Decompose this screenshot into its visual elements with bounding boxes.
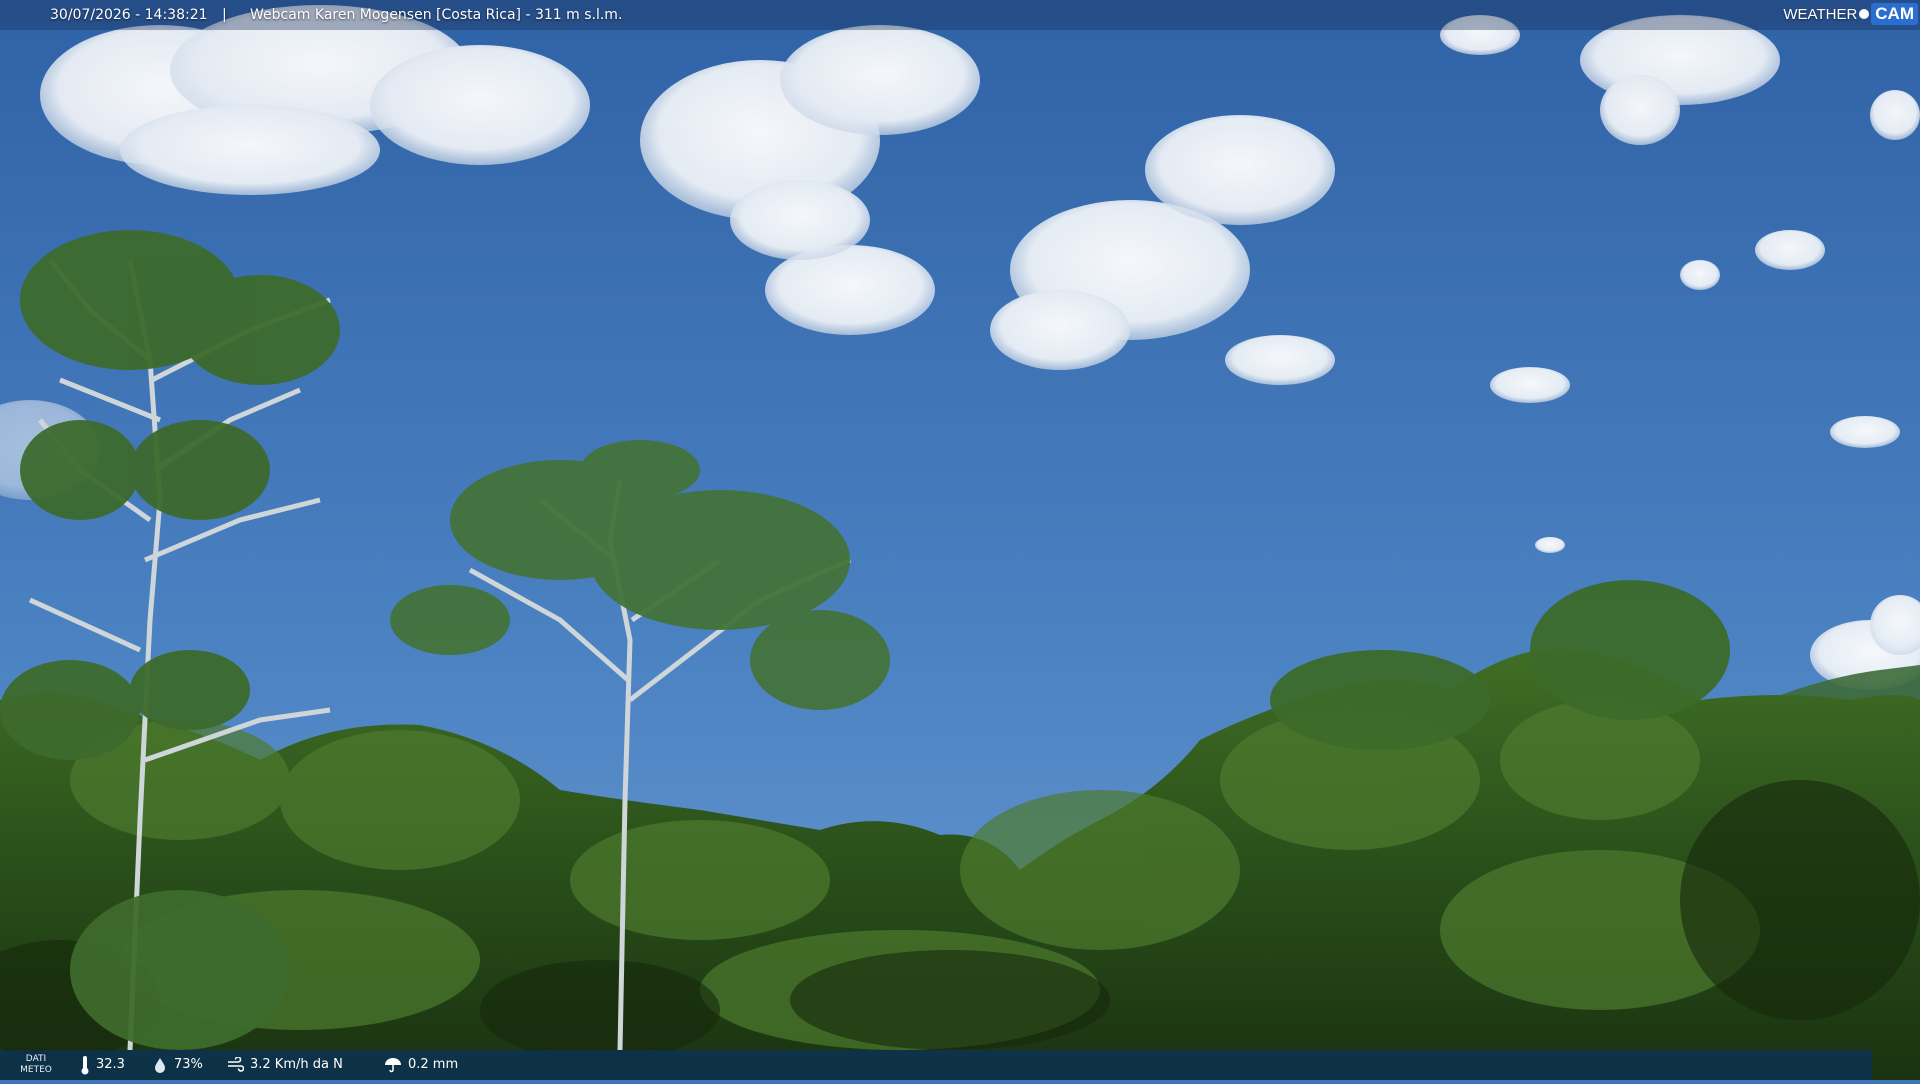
dati-label: DATI [25, 1054, 47, 1064]
header-separator: | [222, 7, 227, 23]
rain-value: 0.2 mm [408, 1057, 459, 1072]
humidity-value: 73% [174, 1057, 203, 1072]
logo-weather-text: WEATHER [1783, 5, 1858, 23]
rain-umbrella-icon [385, 1058, 401, 1073]
webcam-image [0, 0, 1920, 1080]
timestamp: 30/07/2026 - 14:38:21 [50, 7, 208, 23]
logo-cam-text: CAM [1871, 3, 1918, 25]
webcam-header-bar: 30/07/2026 - 14:38:21 | Webcam Karen Mog… [0, 0, 1920, 30]
humidity-item: 73% [152, 1050, 203, 1080]
weather-data-bar: DATI METEO 32.3 73% 3.2 Km/h da N 0.2 mm [0, 1050, 1872, 1080]
wind-value: 3.2 Km/h da N [250, 1057, 343, 1072]
wind-icon [228, 1057, 244, 1072]
thermometer-icon [81, 1056, 89, 1075]
wind-item: 3.2 Km/h da N [226, 1050, 343, 1080]
landscape-scene [0, 0, 1920, 1080]
webcam-title: Webcam Karen Mogensen [Costa Rica] - 311… [250, 7, 623, 23]
humidity-drop-icon [155, 1058, 165, 1073]
logo-dot-icon [1859, 9, 1870, 19]
dati-meteo-label: DATI METEO [16, 1054, 56, 1076]
meteo-label: METEO [20, 1065, 52, 1075]
temperature-item: 32.3 [80, 1050, 125, 1080]
rain-item: 0.2 mm [384, 1050, 458, 1080]
weathercam-logo[interactable]: WEATHER CAM [1783, 0, 1918, 28]
temperature-value: 32.3 [96, 1057, 125, 1072]
